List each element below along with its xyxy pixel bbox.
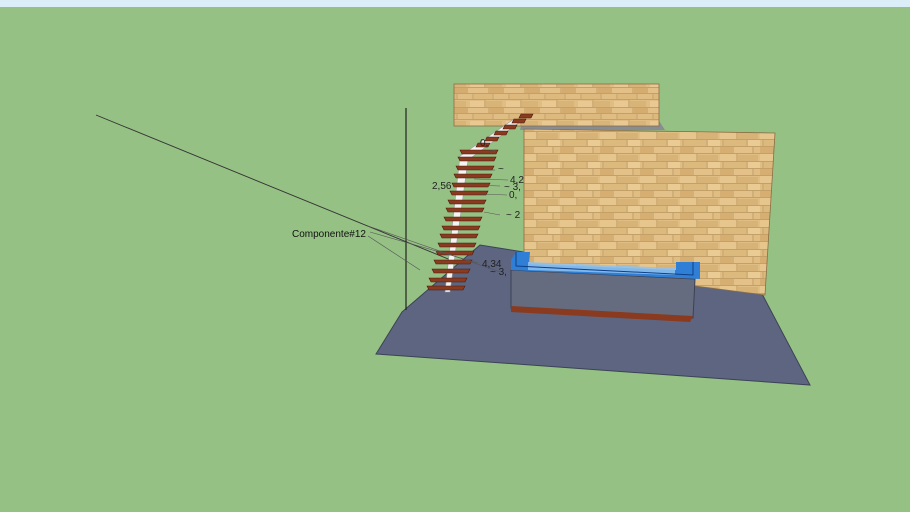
dimension-label: 2,56	[432, 181, 452, 192]
ground-plane	[0, 7, 910, 512]
stair-tread[interactable]	[455, 165, 495, 171]
stair-tread[interactable]	[431, 268, 471, 274]
stair-tread[interactable]	[428, 277, 468, 283]
dimension-label: ~ 2	[506, 210, 521, 221]
dimension-label: 0,	[480, 138, 488, 149]
dimension-label: ~	[498, 164, 504, 175]
upper-stone-beam[interactable]	[453, 83, 660, 127]
sky-band	[0, 0, 910, 7]
stair-tread[interactable]	[443, 216, 483, 222]
dimension-label: 0,	[509, 190, 517, 201]
stair-tread[interactable]	[433, 259, 473, 265]
stair-tread[interactable]	[449, 190, 489, 196]
stair-tread[interactable]	[439, 233, 479, 239]
component-label[interactable]: Componente#12	[292, 229, 366, 240]
stair-tread[interactable]	[457, 156, 497, 162]
stair-tread[interactable]	[451, 182, 491, 188]
stair-tread[interactable]	[426, 285, 466, 291]
stair-tread[interactable]	[453, 173, 493, 179]
stair-tread[interactable]	[511, 118, 527, 124]
sketchup-viewport[interactable]: 0, ~ 4,2 2,56 ~ 3, 0, ~ 2 4,34 ~ 3, Comp…	[0, 0, 910, 512]
stair-tread[interactable]	[518, 113, 534, 119]
stair-tread[interactable]	[445, 207, 485, 213]
stair-tread[interactable]	[437, 242, 477, 248]
stair-tread[interactable]	[493, 130, 509, 136]
dimension-label: ~ 3,	[490, 267, 507, 278]
stair-tread[interactable]	[447, 199, 487, 205]
stair-tread[interactable]	[502, 124, 518, 130]
stair-tread[interactable]	[441, 225, 481, 231]
